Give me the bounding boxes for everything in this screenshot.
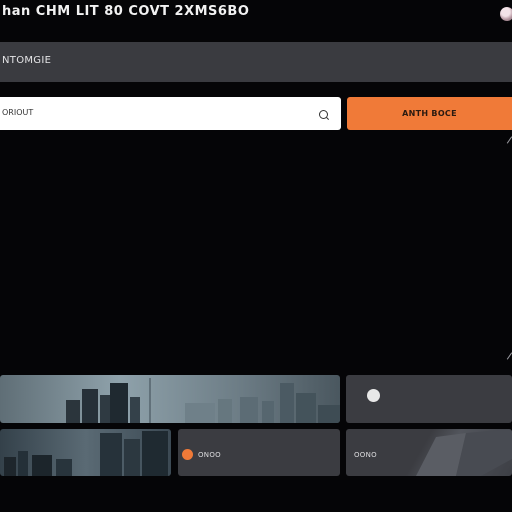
- egg-icon: [367, 389, 380, 402]
- avatar[interactable]: [500, 7, 512, 21]
- content-card[interactable]: ONOO: [178, 429, 340, 476]
- section-label: NTOMGIE: [2, 55, 52, 66]
- card-label: OONO: [354, 451, 377, 459]
- primary-action-button[interactable]: ANTH BOCE: [347, 97, 512, 130]
- card-label: ONOO: [198, 451, 221, 459]
- status-dot-icon: [182, 449, 193, 460]
- content-card[interactable]: [346, 375, 512, 423]
- city-skyline-image: [66, 378, 340, 423]
- resize-handle-icon[interactable]: [506, 352, 512, 360]
- primary-action-label: ANTH BOCE: [402, 109, 457, 118]
- resize-handle-icon[interactable]: [506, 136, 512, 144]
- search-icon[interactable]: [319, 110, 328, 119]
- content-card[interactable]: OONO: [346, 429, 512, 476]
- media-card-city-small[interactable]: [0, 429, 171, 476]
- app-title: han CHM LIT 80 COVT 2XMS6BO: [2, 4, 250, 19]
- search-placeholder: ORIOUT: [2, 108, 34, 117]
- city-skyline-image: [4, 431, 168, 476]
- search-input[interactable]: ORIOUT: [0, 97, 341, 130]
- section-header-bar: NTOMGIE: [0, 42, 512, 82]
- media-card-city-wide[interactable]: [0, 375, 340, 423]
